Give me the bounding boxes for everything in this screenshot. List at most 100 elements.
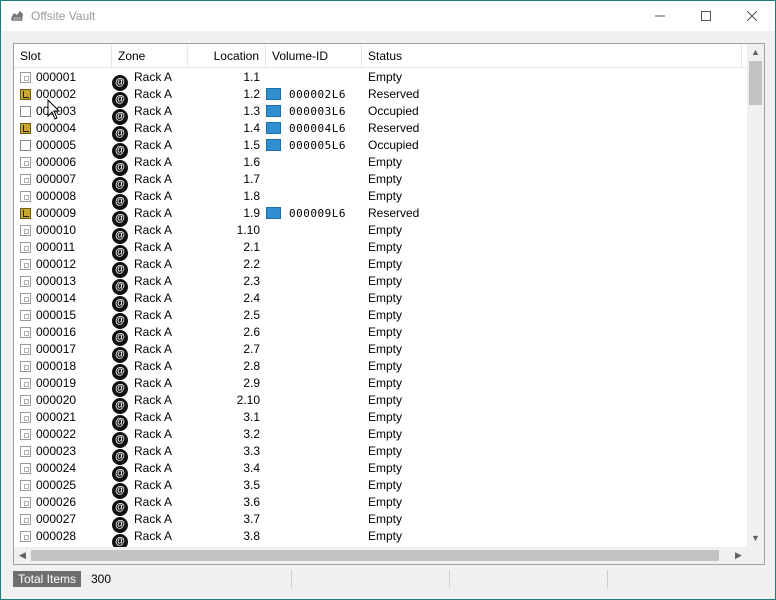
scroll-down-icon[interactable]: ▼	[747, 530, 764, 547]
table-row[interactable]: 000011 @ Rack A 2.1 Empty	[14, 239, 747, 261]
slot-number: 000006	[36, 155, 77, 169]
table-row[interactable]: 000026 @ Rack A 3.6 Empty	[14, 494, 747, 516]
table-row[interactable]: 000022 @ Rack A 3.2 Empty	[14, 426, 747, 448]
slot-number: 000015	[36, 308, 77, 322]
status-cell: Reserved	[368, 87, 420, 101]
slot-cell: 000012	[20, 256, 112, 273]
volume-id-cell	[266, 426, 362, 443]
slot-reserved-icon	[20, 123, 31, 134]
slot-empty-icon	[20, 446, 31, 457]
table-row[interactable]: 000020 @ Rack A 2.10 Empty	[14, 392, 747, 414]
table-row[interactable]: 000014 @ Rack A 2.4 Empty	[14, 290, 747, 312]
location-cell: 3.5	[243, 478, 260, 492]
volume-id-cell	[266, 409, 362, 426]
horizontal-scrollbar[interactable]: ◀ ▶	[14, 547, 747, 564]
table-row[interactable]: 000016 @ Rack A 2.6 Empty	[14, 324, 747, 346]
location-cell: 1.3	[243, 104, 260, 118]
column-header-status[interactable]: Status	[362, 44, 742, 68]
table-row[interactable]: 000013 @ Rack A 2.3 Empty	[14, 273, 747, 295]
table-row[interactable]: 000007 @ Rack A 1.7 Empty	[14, 171, 747, 193]
table-row[interactable]: 000004 @ Rack A 1.4 000004L6 Reserved	[14, 120, 747, 142]
slot-reserved-icon	[20, 208, 31, 219]
zone-text: Rack A	[134, 274, 173, 288]
status-cell: Occupied	[368, 138, 419, 152]
horizontal-scroll-thumb[interactable]	[31, 550, 719, 561]
status-cell: Empty	[368, 223, 403, 237]
location-cell: 2.3	[243, 274, 260, 288]
slot-empty-icon	[20, 412, 31, 423]
table-row[interactable]: 000023 @ Rack A 3.3 Empty	[14, 443, 747, 465]
slot-number: 000019	[36, 376, 77, 390]
table-row[interactable]: 000001 @ Rack A 1.1 Empty	[14, 69, 747, 91]
column-header-volume-id[interactable]: Volume-ID	[266, 44, 362, 68]
close-button[interactable]	[729, 1, 775, 31]
status-cell: Empty	[368, 444, 403, 458]
zone-text: Rack A	[134, 529, 173, 543]
table-row[interactable]: 000019 @ Rack A 2.9 Empty	[14, 375, 747, 397]
zone-text: Rack A	[134, 104, 173, 118]
status-cell: Empty	[368, 189, 403, 203]
table-row[interactable]: 000009 @ Rack A 1.9 000009L6 Reserved	[14, 205, 747, 227]
vertical-scroll-thumb[interactable]	[749, 61, 762, 105]
table-row[interactable]: 000008 @ Rack A 1.8 Empty	[14, 188, 747, 210]
table-row[interactable]: 000012 @ Rack A 2.2 Empty	[14, 256, 747, 278]
slot-number: 000023	[36, 444, 77, 458]
zone-cell: @ Rack A	[112, 171, 188, 193]
location-cell: 3.2	[243, 427, 260, 441]
status-bar: Total Items 300	[1, 568, 775, 599]
table-row[interactable]: 000005 @ Rack A 1.5 000005L6 Occupied	[14, 137, 747, 159]
scroll-right-icon[interactable]: ▶	[730, 547, 747, 564]
table-row[interactable]: 000024 @ Rack A 3.4 Empty	[14, 460, 747, 482]
table-row[interactable]: 000003 @ Rack A 1.3 000003L6 Occupied	[14, 103, 747, 125]
slot-empty-icon	[20, 497, 31, 508]
status-cell: Empty	[368, 495, 403, 509]
table-row[interactable]: 000017 @ Rack A 2.7 Empty	[14, 341, 747, 363]
zone-text: Rack A	[134, 223, 173, 237]
volume-id-cell	[266, 154, 362, 171]
zone-cell: @ Rack A	[112, 205, 188, 227]
slot-cell: 000002	[20, 86, 112, 103]
zone-text: Rack A	[134, 308, 173, 322]
scrollbar-corner	[747, 547, 764, 564]
zone-text: Rack A	[134, 393, 173, 407]
column-header-location[interactable]: Location	[188, 44, 266, 68]
scroll-left-icon[interactable]: ◀	[14, 547, 31, 564]
zone-text: Rack A	[134, 87, 173, 101]
volume-id-text: 000002L6	[289, 88, 346, 101]
volume-id-cell	[266, 528, 362, 545]
column-header-slot[interactable]: Slot	[14, 44, 112, 68]
slot-cell: 000004	[20, 120, 112, 137]
vertical-scrollbar[interactable]: ▲ ▼	[747, 44, 764, 547]
table-row[interactable]: 000021 @ Rack A 3.1 Empty	[14, 409, 747, 431]
table-row[interactable]: 000018 @ Rack A 2.8 Empty	[14, 358, 747, 380]
slot-cell: 000016	[20, 324, 112, 341]
maximize-button[interactable]	[683, 1, 729, 31]
status-cell: Empty	[368, 342, 403, 356]
scroll-up-icon[interactable]: ▲	[747, 44, 764, 61]
location-cell: 2.10	[236, 393, 260, 407]
table-row[interactable]: 000002 @ Rack A 1.2 000002L6 Reserved	[14, 86, 747, 108]
table-row[interactable]: 000010 @ Rack A 1.10 Empty	[14, 222, 747, 244]
title-bar[interactable]: Offsite Vault	[1, 1, 775, 31]
slot-cell: 000028	[20, 528, 112, 545]
table-row[interactable]: 000028 @ Rack A 3.8 Empty	[14, 528, 747, 547]
slot-number: 000008	[36, 189, 77, 203]
minimize-button[interactable]	[637, 1, 683, 31]
table-row[interactable]: 000027 @ Rack A 3.7 Empty	[14, 511, 747, 533]
location-cell: 2.9	[243, 376, 260, 390]
zone-cell: @ Rack A	[112, 273, 188, 295]
location-cell: 1.4	[243, 121, 260, 135]
zone-cell: @ Rack A	[112, 392, 188, 414]
offsite-vault-window: Offsite Vault Slot Zone Location Volume-…	[0, 0, 776, 600]
column-header-zone[interactable]: Zone	[112, 44, 188, 68]
table-row[interactable]: 000025 @ Rack A 3.5 Empty	[14, 477, 747, 499]
status-separator	[607, 570, 608, 588]
slot-cell: 000005	[20, 137, 112, 154]
table-row[interactable]: 000015 @ Rack A 2.5 Empty	[14, 307, 747, 329]
zone-cell: @ Rack A	[112, 358, 188, 380]
slot-number: 000028	[36, 529, 77, 543]
slot-empty-icon	[20, 514, 31, 525]
slot-list-view[interactable]: Slot Zone Location Volume-ID Status 0000…	[13, 43, 765, 565]
table-row[interactable]: 000006 @ Rack A 1.6 Empty	[14, 154, 747, 176]
zone-text: Rack A	[134, 291, 173, 305]
